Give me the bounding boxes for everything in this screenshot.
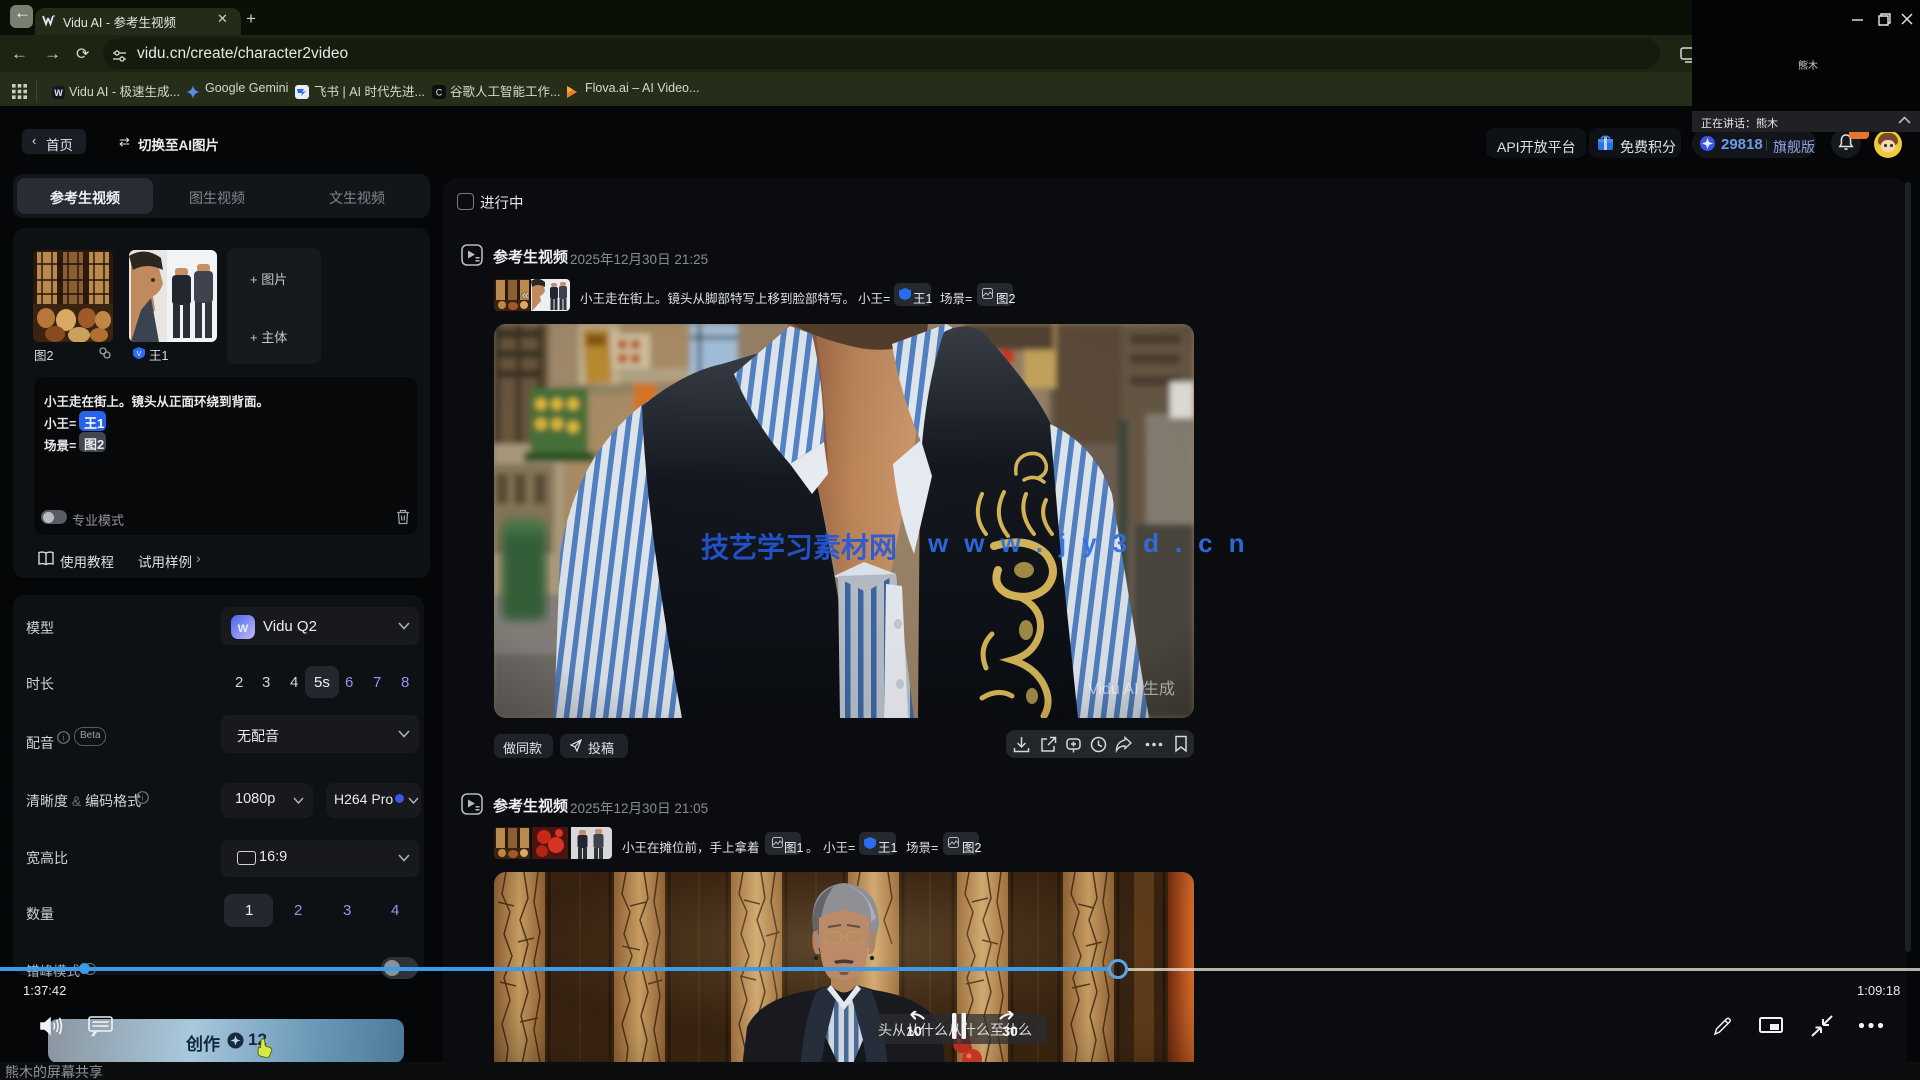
svg-text:i: i xyxy=(63,734,65,743)
svg-text:V: V xyxy=(137,351,142,358)
svg-text:C: C xyxy=(436,88,443,98)
svg-text:30: 30 xyxy=(1002,1023,1018,1039)
svg-text:W: W xyxy=(54,88,63,98)
svg-text:10: 10 xyxy=(906,1023,922,1039)
svg-text:W: W xyxy=(238,623,249,635)
svg-text:i: i xyxy=(142,794,144,803)
svg-text:Vidu AI 生成: Vidu AI 生成 xyxy=(1088,680,1175,698)
